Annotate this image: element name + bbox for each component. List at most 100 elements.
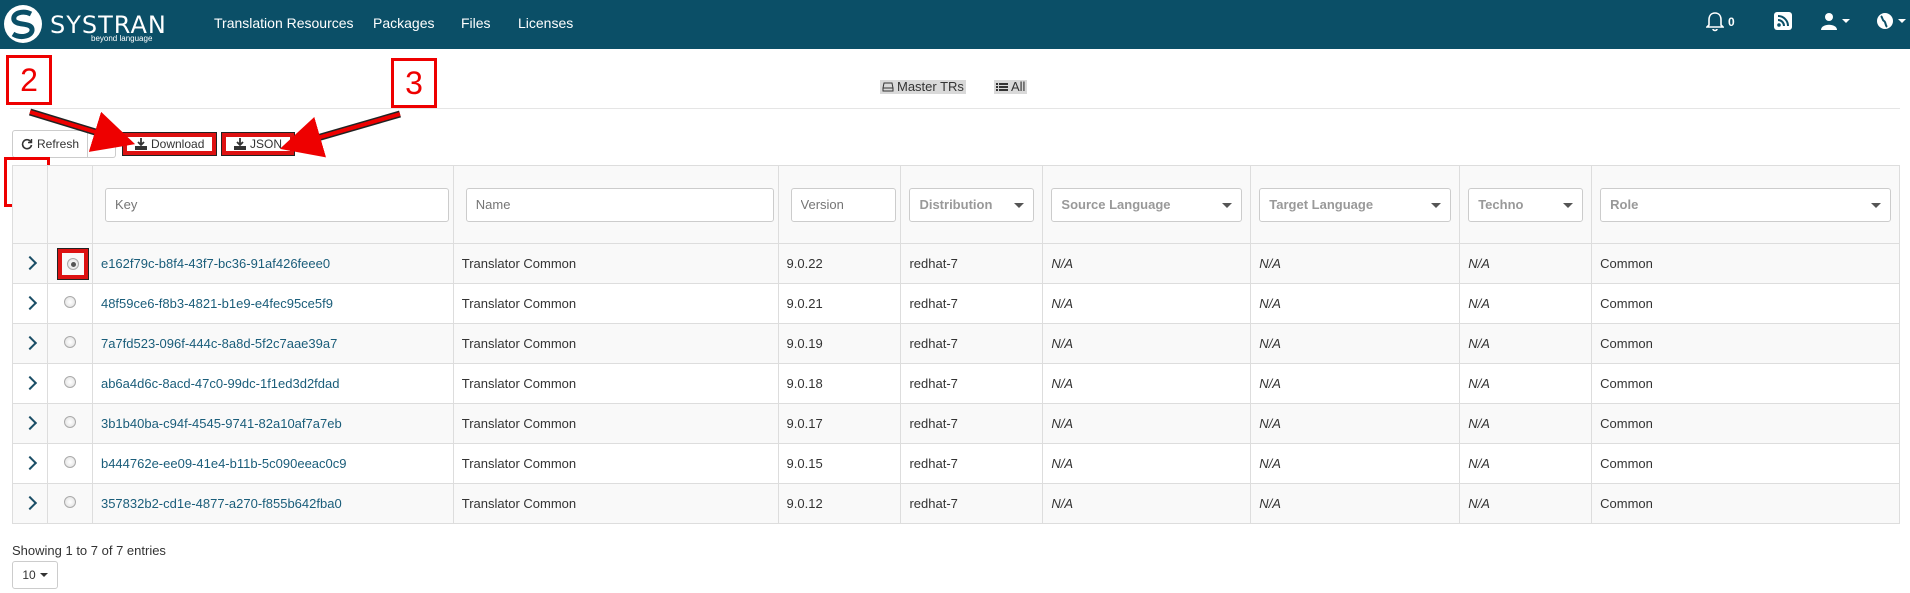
selected-radio-highlight [56,247,89,280]
row-select-radio[interactable] [63,416,76,428]
row-distribution: redhat-7 [900,443,1044,484]
role-filter-label: Role [1610,197,1639,212]
table-row[interactable]: 3b1b40ba-c94f-4545-9741-82a10af7a7eb Tran… [12,403,1900,444]
row-target-language: N/A [1250,323,1461,364]
row-role: Common [1591,243,1900,284]
row-distribution: redhat-7 [900,323,1044,364]
distribution-filter-select[interactable]: Distribution [909,187,1035,222]
row-version: 9.0.17 [777,403,902,444]
callout-3: 3 [391,58,437,108]
version-filter-input[interactable] [790,187,897,222]
row-target-language: N/A [1250,283,1461,324]
row-name: Translator Common [452,243,779,284]
row-key-link[interactable]: 3b1b40ba-c94f-4545-9741-82a10af7a7eb [101,416,342,431]
row-distribution: redhat-7 [900,243,1044,284]
row-role: Common [1591,443,1900,484]
chevron-right-icon[interactable] [22,415,38,431]
row-target-language: N/A [1250,243,1461,284]
row-distribution: redhat-7 [900,363,1044,404]
row-version: 9.0.12 [777,483,902,524]
row-name: Translator Common [452,443,779,484]
table-row[interactable]: 7a7fd523-096f-444c-8a8d-5f2c7aae39a7 Tran… [12,323,1900,364]
row-key-link[interactable]: ab6a4d6c-8acd-47c0-99dc-1f1ed3d2fdad [101,376,340,391]
row-name: Translator Common [452,323,779,364]
name-filter-input[interactable] [465,187,774,222]
row-target-language: N/A [1250,363,1461,404]
chevron-right-icon[interactable] [22,335,38,351]
row-role: Common [1591,483,1900,524]
row-source-language: N/A [1042,323,1252,364]
row-name: Translator Common [452,403,779,444]
table-row[interactable]: b444762e-ee09-41e4-b11b-5c090eeac0c9 Tran… [12,443,1900,484]
expand-header [12,165,48,244]
row-techno: N/A [1459,323,1593,364]
chevron-right-icon[interactable] [22,455,38,471]
row-version: 9.0.22 [777,243,902,284]
row-select-radio[interactable] [63,376,76,388]
row-techno: N/A [1459,363,1593,404]
row-version: 9.0.19 [777,323,902,364]
row-target-language: N/A [1250,443,1461,484]
table-row[interactable]: 48f59ce6-f8b3-4821-b1e9-e4fec95ce5f9 Tran… [12,283,1900,324]
row-source-language: N/A [1042,483,1252,524]
table-row[interactable]: 357832b2-cd1e-4877-a270-f855b642fba0 Tran… [12,483,1900,524]
source-language-filter-label: Source Language [1061,197,1171,212]
row-key-link[interactable]: 48f59ce6-f8b3-4821-b1e9-e4fec95ce5f9 [101,296,333,311]
row-version: 9.0.15 [777,443,902,484]
key-filter-input[interactable] [104,187,449,222]
row-key-link[interactable]: 7a7fd523-096f-444c-8a8d-5f2c7aae39a7 [101,336,337,351]
techno-filter-label: Techno [1478,197,1524,212]
entries-info: Showing 1 to 7 of 7 entries [12,543,166,558]
row-source-language: N/A [1042,363,1252,404]
row-distribution: redhat-7 [900,403,1044,444]
row-role: Common [1591,363,1900,404]
row-role: Common [1591,403,1900,444]
chevron-down-icon [1014,202,1025,208]
row-select-radio[interactable] [63,496,76,508]
row-version: 9.0.21 [777,283,902,324]
chevron-right-icon[interactable] [22,255,38,271]
chevron-right-icon[interactable] [22,295,38,311]
techno-filter-select[interactable]: Techno [1468,187,1584,222]
page-size-select[interactable]: 10 [12,561,58,589]
target-language-filter-select[interactable]: Target Language [1259,187,1452,222]
role-filter-select[interactable]: Role [1600,187,1891,222]
row-techno: N/A [1459,243,1593,284]
row-version: 9.0.18 [777,363,902,404]
row-target-language: N/A [1250,483,1461,524]
filter-row: Distribution Source Language Target Lang… [12,165,1900,244]
table-row[interactable]: e162f79c-b8f4-43f7-bc36-91af426feee0 Tran… [12,243,1900,284]
chevron-down-icon [1222,202,1233,208]
page-size-value: 10 [22,568,36,582]
row-source-language: N/A [1042,283,1252,324]
row-key-link[interactable]: b444762e-ee09-41e4-b11b-5c090eeac0c9 [101,456,347,471]
chevron-right-icon[interactable] [22,375,38,391]
row-role: Common [1591,283,1900,324]
row-source-language: N/A [1042,443,1252,484]
select-header [46,165,93,244]
row-techno: N/A [1459,403,1593,444]
row-source-language: N/A [1042,403,1252,444]
row-techno: N/A [1459,483,1593,524]
source-language-filter-select[interactable]: Source Language [1051,187,1243,222]
row-source-language: N/A [1042,243,1252,284]
row-target-language: N/A [1250,403,1461,444]
row-distribution: redhat-7 [900,283,1044,324]
row-key-link[interactable]: 357832b2-cd1e-4877-a270-f855b642fba0 [101,496,342,511]
row-key-link[interactable]: e162f79c-b8f4-43f7-bc36-91af426feee0 [101,256,330,271]
table-row[interactable]: ab6a4d6c-8acd-47c0-99dc-1f1ed3d2fdad Tran… [12,363,1900,404]
row-select-radio[interactable] [63,296,76,308]
arrow-2-fill [29,110,127,146]
row-select-radio[interactable] [63,456,76,468]
target-language-filter-label: Target Language [1269,197,1374,212]
translation-resources-table: Distribution Source Language Target Lang… [12,165,1900,524]
row-distribution: redhat-7 [900,483,1044,524]
row-select-radio[interactable] [66,257,79,270]
chevron-down-icon [1431,202,1442,208]
row-name: Translator Common [452,283,779,324]
callout-2: 2 [6,55,52,105]
row-select-radio[interactable] [63,336,76,348]
row-techno: N/A [1459,443,1593,484]
chevron-right-icon[interactable] [22,495,38,511]
chevron-down-icon [1871,202,1881,208]
